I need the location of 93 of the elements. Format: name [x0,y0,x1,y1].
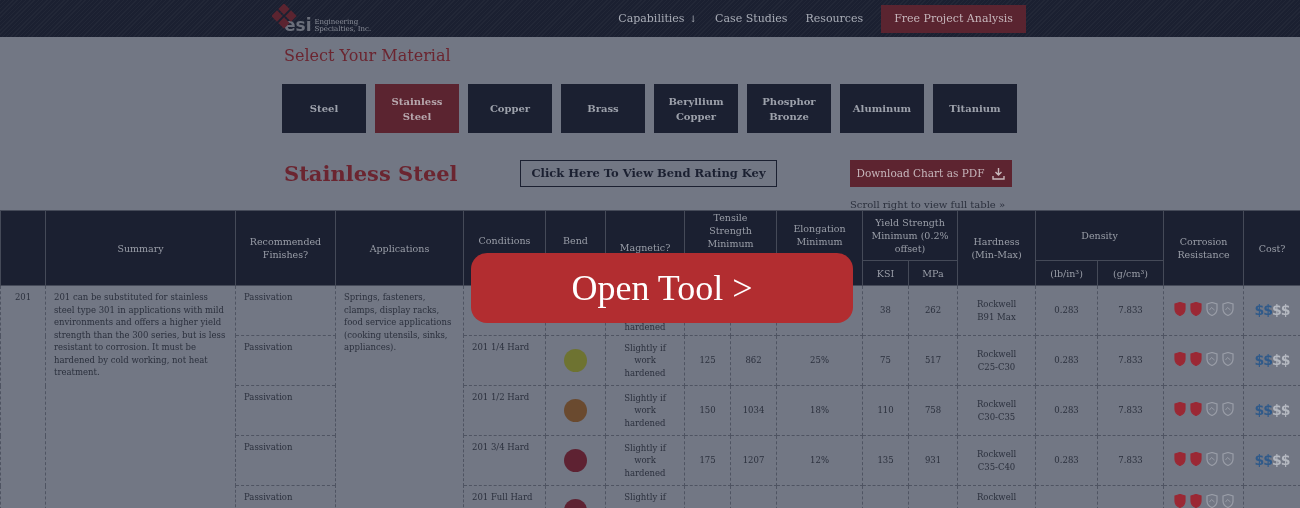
download-icon [992,166,1006,180]
material-tab[interactable]: Stainless Steel [375,84,459,133]
table-cell: 38 [880,305,891,316]
shield-icon [1189,494,1202,508]
material-tab[interactable]: Aluminum [840,84,924,133]
table-cell: Rockwell B91 Max [976,299,1017,322]
table-cell: 262 [924,305,942,316]
table-cell: Rockwell C30-C35 [976,399,1017,422]
bend-rating-key-button[interactable]: Click Here To View Bend Rating Key [520,159,777,187]
table-cell: Slightly if work hardened [624,442,666,478]
cost-rating: $$$$ [1254,352,1290,369]
section-title: Select Your Material [284,45,452,67]
nav-link[interactable]: Case Studies [715,12,788,25]
table-cell: 0.283 [1054,355,1079,366]
table-cell: 931 [924,455,942,466]
shield-icon [1205,301,1218,316]
shield-icon [1173,301,1186,316]
shield-icon [1189,401,1202,416]
shield-icon [1189,351,1202,366]
material-tab[interactable]: Phosphor Bronze [747,84,831,133]
column-header: Applications [335,210,464,286]
shield-icon [1205,451,1218,466]
material-tab[interactable]: Beryllium Copper [654,84,738,133]
material-tab[interactable]: Steel [282,84,366,133]
cost-rating: $$$$ [1254,402,1290,419]
free-project-analysis-button[interactable]: Free Project Analysis [881,4,1026,33]
table-cell: 7.833 [1118,405,1143,416]
nav-link[interactable]: Capabilities ↓ [618,12,698,25]
column-header: Yield Strength Minimum (0.2% offset) [862,210,958,261]
table-cell: 25% [810,355,829,366]
column-header: Recommended Finishes? [235,210,336,286]
download-pdf-button[interactable]: Download Chart as PDF [850,159,1012,187]
table-cell: 75 [880,355,891,366]
column-header: Hardness (Min-Max) [957,210,1036,286]
shield-icon [1173,351,1186,366]
shield-icon [1221,451,1234,466]
applications-cell: Springs, fasteners, clamps, display racks, food service applications (cooking utensils, sinks, appliances). [335,285,464,508]
table-cell: Rockwell C25-C30 [976,349,1017,372]
table-cell: 862 [745,355,762,366]
column-header: Summary [45,210,236,286]
table-cell: 135 [877,455,894,466]
table-cell: 0.283 [1054,455,1079,466]
shield-icon [1189,451,1202,466]
shield-icon [1221,351,1234,366]
table-cell: Rockwell C35-C40 [976,449,1017,472]
table-cell: Slightly if [624,492,666,502]
column-header: Corrosion Resistance [1163,210,1244,286]
nav-link[interactable]: Resources [805,12,864,25]
material-tab[interactable]: Brass [561,84,645,133]
table-cell: 7.833 [1118,455,1143,466]
table-cell: 0.283 [1054,405,1079,416]
material-title: Stainless Steel [284,160,459,186]
cost-rating: $$$$ [1254,452,1290,469]
table-cell: 1034 [742,405,765,416]
table-cell: 110 [877,405,894,416]
column-header: Cost? [1243,210,1300,286]
table-cell: 175 [699,455,716,466]
table-cell: Slightly if work hardened [624,342,666,378]
shield-icon [1221,401,1234,416]
table-cell: 201 1/2 Hard [472,392,530,402]
scroll-hint: Scroll right to view full table » [850,199,1006,210]
table-cell: 517 [924,355,942,366]
shield-icon [1205,494,1218,508]
shield-icon [1221,301,1234,316]
column-header: Density [1035,210,1164,261]
table-cell: 18% [810,405,829,416]
table-cell: 201 Full Hard [472,492,533,502]
table-cell: 201 1/4 Hard [472,342,530,352]
table-cell: 1207 [742,455,765,466]
table-cell: 12% [810,455,829,466]
table-cell: 758 [924,405,942,416]
material-tab[interactable]: Copper [468,84,552,133]
table-cell: 150 [699,405,716,416]
table-cell: 201 3/4 Hard [472,442,530,452]
shield-icon [1173,494,1186,508]
shield-icon [1205,401,1218,416]
table-cell: 201 [0,285,46,508]
table-cell: 0.283 [1054,305,1079,316]
table-cell: Rockwell [976,492,1017,502]
shield-icon [1173,451,1186,466]
cost-rating: $$$$ [1254,302,1290,319]
shield-icon [1205,351,1218,366]
table-cell: 7.833 [1118,305,1143,316]
shield-icon [1221,494,1234,508]
table-cell: 7.833 [1118,355,1143,366]
shield-icon [1189,301,1202,316]
table-cell: Slightly if work hardened [624,392,666,428]
shield-icon [1173,401,1186,416]
table-cell: 125 [699,355,716,366]
material-tab[interactable]: Titanium [933,84,1017,133]
table-cell: hardened [624,321,666,332]
table-cell: Passivation [235,285,336,336]
open-tool-button[interactable]: Open Tool > [471,253,853,323]
